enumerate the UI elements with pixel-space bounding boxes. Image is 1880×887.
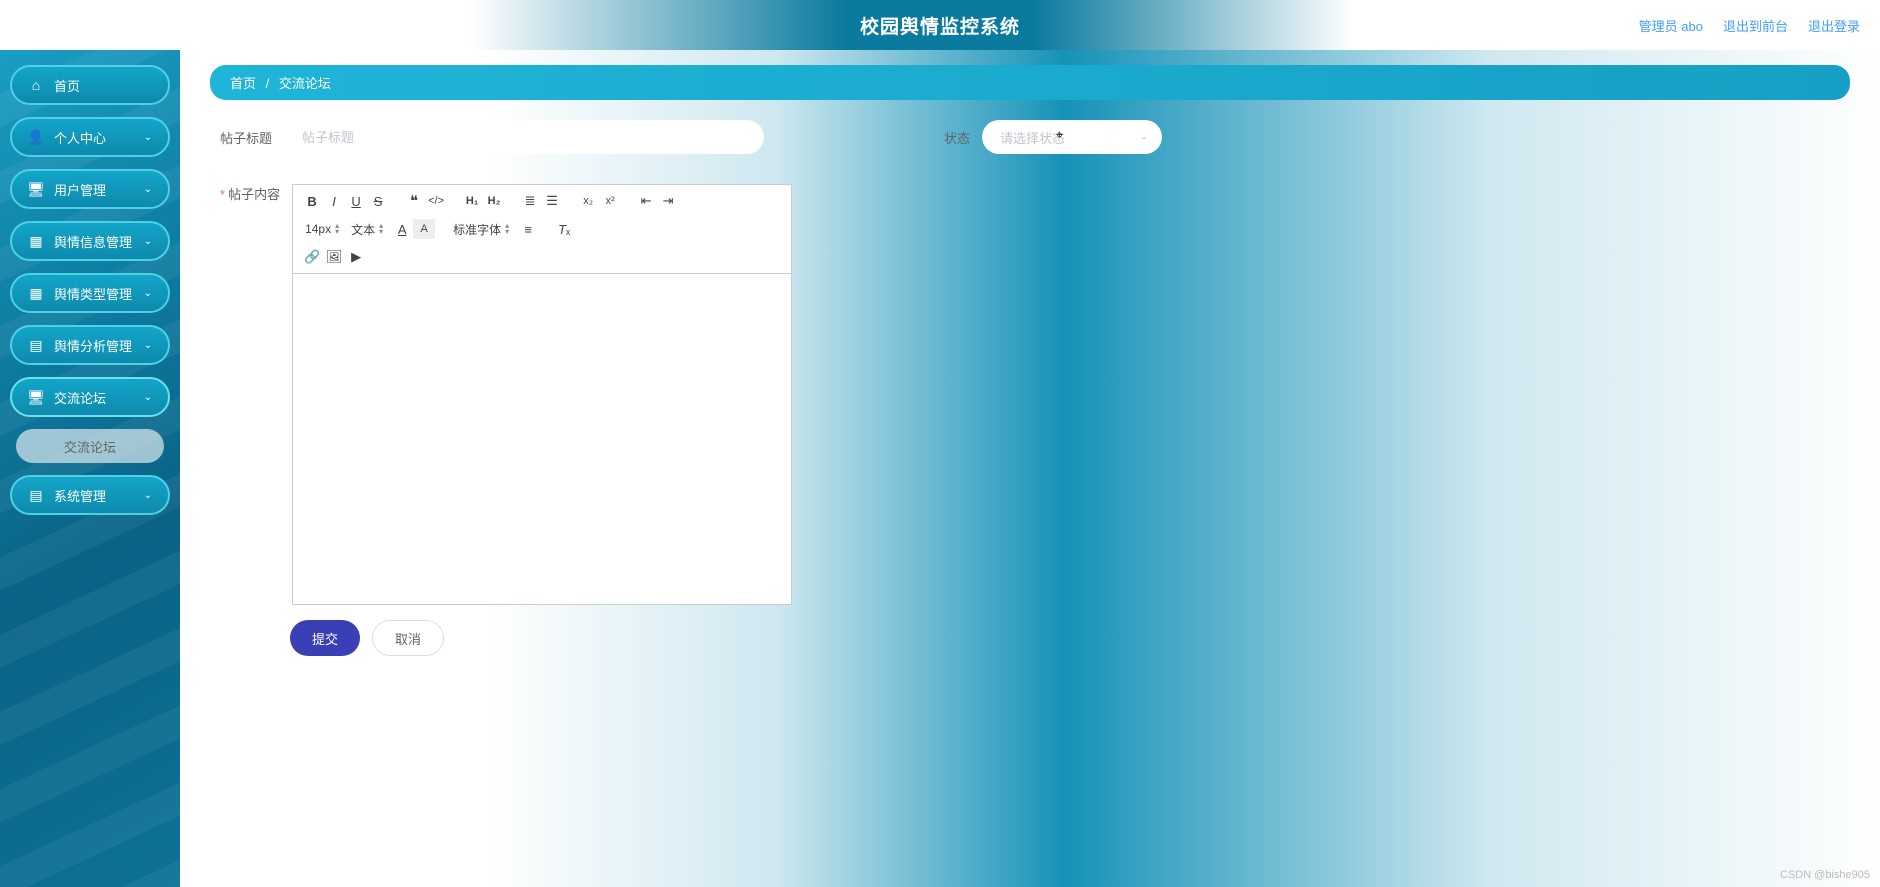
status-select-value: 请选择状态 (982, 120, 1162, 154)
header-actions: 管理员 abo 退出到前台 退出登录 (1639, 16, 1860, 35)
sidebar-item-profile[interactable]: 👤 个人中心 ⌄ (10, 117, 170, 157)
app-header: 校园舆情监控系统 管理员 abo 退出到前台 退出登录 (0, 0, 1880, 50)
code-button[interactable]: </> (425, 191, 447, 211)
sidebar-item-label: 系统管理 (54, 486, 106, 505)
sidebar-item-label: 舆情信息管理 (54, 232, 132, 251)
home-icon: ⌂ (28, 77, 44, 93)
logout-link[interactable]: 退出登录 (1808, 16, 1860, 35)
status-select[interactable]: 请选择状态 ⌄ ⌖ (982, 120, 1162, 154)
sidebar-item-system-mgmt[interactable]: ▤ 系统管理 ⌄ (10, 475, 170, 515)
subscript-button[interactable]: x₂ (577, 191, 599, 211)
sidebar-item-users[interactable]: 🖥 用户管理 ⌄ (10, 169, 170, 209)
indent-increase-button[interactable]: ⇥ (657, 191, 679, 211)
chevron-down-icon: ⌄ (1140, 132, 1148, 143)
field-post-title: 帖子标题 (220, 120, 764, 154)
align-button[interactable]: ≡ (517, 219, 539, 239)
unordered-list-button[interactable]: ☰ (541, 191, 563, 211)
grid-icon: ▦ (28, 233, 44, 249)
sidebar-item-label: 首页 (54, 76, 80, 95)
doc-icon: ▤ (28, 487, 44, 503)
watermark: CSDN @bishe905 (1780, 869, 1870, 881)
chevron-down-icon: ⌄ (144, 340, 152, 351)
link-button[interactable]: 🔗 (301, 247, 323, 267)
main-content: 首页 / 交流论坛 帖子标题 状态 请选择状态 ⌄ (180, 50, 1880, 887)
text-color-button[interactable]: A (391, 219, 413, 239)
sidebar-subitem-label: 交流论坛 (64, 437, 116, 456)
admin-link[interactable]: 管理员 abo (1639, 16, 1703, 35)
chevron-down-icon: ⌄ (144, 184, 152, 195)
field-status: 状态 请选择状态 ⌄ ⌖ (944, 120, 1162, 154)
app-title: 校园舆情监控系统 (860, 12, 1020, 39)
editor-toolbar: B I U S ❝ </> H₁ H₂ (293, 185, 791, 274)
exit-front-link[interactable]: 退出到前台 (1723, 16, 1788, 35)
indent-decrease-button[interactable]: ⇤ (635, 191, 657, 211)
strike-button[interactable]: S (367, 191, 389, 211)
breadcrumb-current: 交流论坛 (279, 76, 331, 91)
quote-button[interactable]: ❝ (403, 191, 425, 211)
superscript-button[interactable]: x² (599, 191, 621, 211)
post-content-label: 帖子内容 (220, 184, 280, 203)
text-style-value: 文本 (351, 221, 375, 238)
cancel-button[interactable]: 取消 (372, 620, 444, 656)
font-size-select[interactable]: 14px ▴▾ (301, 222, 343, 236)
sidebar-item-label: 交流论坛 (54, 388, 106, 407)
stepper-arrows-icon: ▴▾ (379, 223, 383, 235)
stepper-arrows-icon: ▴▾ (335, 223, 339, 235)
chevron-down-icon: ⌄ (144, 236, 152, 247)
sidebar-item-label: 舆情类型管理 (54, 284, 132, 303)
breadcrumb: 首页 / 交流论坛 (210, 65, 1850, 100)
stepper-arrows-icon: ▴▾ (505, 223, 509, 235)
chevron-down-icon: ⌄ (144, 490, 152, 501)
sidebar-item-forum[interactable]: 🖥 交流论坛 ⌄ (10, 377, 170, 417)
breadcrumb-sep: / (266, 76, 270, 91)
text-style-select[interactable]: 文本 ▴▾ (347, 221, 387, 238)
submit-button[interactable]: 提交 (290, 620, 360, 656)
bg-color-button[interactable]: A (413, 219, 435, 239)
chevron-down-icon: ⌄ (144, 132, 152, 143)
sidebar-item-label: 舆情分析管理 (54, 336, 132, 355)
doc-icon: ▤ (28, 337, 44, 353)
video-button[interactable]: ▶ (345, 247, 367, 267)
sidebar-item-label: 用户管理 (54, 180, 106, 199)
grid-icon: ▦ (28, 285, 44, 301)
status-label: 状态 (944, 128, 970, 147)
font-family-select[interactable]: 标准字体 ▴▾ (449, 221, 513, 238)
monitor-icon: 🖥 (28, 389, 44, 405)
sidebar-item-type-mgmt[interactable]: ▦ 舆情类型管理 ⌄ (10, 273, 170, 313)
user-icon: 👤 (28, 129, 44, 145)
editor-body[interactable] (293, 274, 791, 604)
h2-button[interactable]: H₂ (483, 191, 505, 211)
font-family-value: 标准字体 (453, 221, 501, 238)
post-title-input[interactable] (284, 120, 764, 154)
font-size-value: 14px (305, 222, 331, 236)
underline-button[interactable]: U (345, 191, 367, 211)
monitor-icon: 🖥 (28, 181, 44, 197)
sidebar-item-label: 个人中心 (54, 128, 106, 147)
sidebar-subitem-forum[interactable]: 交流论坛 (16, 429, 164, 463)
bold-button[interactable]: B (301, 191, 323, 211)
clear-format-button[interactable]: Tₓ (553, 219, 575, 239)
chevron-down-icon: ⌄ (144, 392, 152, 403)
breadcrumb-home[interactable]: 首页 (230, 76, 256, 91)
rich-text-editor: B I U S ❝ </> H₁ H₂ (292, 184, 792, 605)
sidebar-item-analysis-mgmt[interactable]: ▤ 舆情分析管理 ⌄ (10, 325, 170, 365)
image-button[interactable]: 🖼 (323, 247, 345, 267)
ordered-list-button[interactable]: ≣ (519, 191, 541, 211)
chevron-down-icon: ⌄ (144, 288, 152, 299)
h1-button[interactable]: H₁ (461, 191, 483, 211)
italic-button[interactable]: I (323, 191, 345, 211)
post-title-label: 帖子标题 (220, 128, 272, 147)
sidebar-item-info-mgmt[interactable]: ▦ 舆情信息管理 ⌄ (10, 221, 170, 261)
sidebar-item-home[interactable]: ⌂ 首页 (10, 65, 170, 105)
sidebar: ⌂ 首页 👤 个人中心 ⌄ 🖥 用户管理 ⌄ ▦ 舆情信息管理 ⌄ ▦ 舆情类型… (0, 50, 180, 887)
